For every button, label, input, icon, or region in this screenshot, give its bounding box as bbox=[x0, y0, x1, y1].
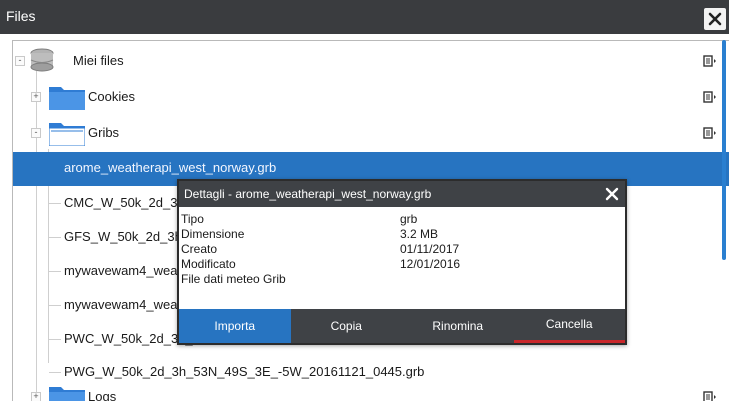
property-row: Dimensione 3.2 MB bbox=[181, 227, 621, 242]
tree-row-root[interactable]: - Miei files bbox=[13, 44, 729, 78]
tree-branch-line bbox=[49, 271, 61, 272]
tree-branch-line bbox=[49, 305, 61, 306]
context-menu-icon[interactable] bbox=[703, 127, 717, 139]
dialog-header: Dettagli - arome_weatherapi_west_norway.… bbox=[179, 181, 625, 207]
folder-icon bbox=[49, 123, 85, 146]
property-key: Dimensione bbox=[181, 227, 245, 241]
file-details-dialog: Dettagli - arome_weatherapi_west_norway.… bbox=[177, 179, 627, 345]
vertical-scrollbar[interactable] bbox=[722, 40, 726, 260]
tree-row-logs[interactable]: + Logs bbox=[13, 380, 729, 401]
tree-label: Gribs bbox=[88, 125, 120, 140]
collapse-toggle[interactable]: - bbox=[15, 55, 25, 66]
property-value: 01/11/2017 bbox=[400, 242, 460, 256]
copy-button[interactable]: Copia bbox=[291, 309, 403, 343]
property-key: Tipo bbox=[181, 212, 204, 226]
file-properties: Tipo grb Dimensione 3.2 MB Creato 01/11/… bbox=[181, 212, 621, 287]
folder-icon bbox=[49, 87, 85, 110]
dialog-close-icon[interactable] bbox=[603, 185, 621, 203]
property-value: grb bbox=[400, 212, 418, 226]
property-value: 12/01/2016 bbox=[400, 257, 461, 271]
property-row: Creato 01/11/2017 bbox=[181, 242, 621, 257]
file-name: GFS_W_50k_2d_3h_ bbox=[64, 229, 190, 244]
file-name: arome_weatherapi_west_norway.grb bbox=[64, 160, 277, 175]
tree-label: Miei files bbox=[73, 53, 124, 68]
close-button[interactable] bbox=[704, 8, 726, 30]
dialog-action-bar: Importa Copia Rinomina Cancella bbox=[179, 309, 625, 343]
tree-row-gribs[interactable]: - Gribs bbox=[13, 116, 729, 150]
property-value: 3.2 MB bbox=[400, 227, 439, 241]
file-name: mywavewam4_wea bbox=[64, 297, 178, 312]
window-titlebar: Files bbox=[0, 0, 729, 34]
expand-toggle[interactable]: + bbox=[31, 391, 41, 401]
file-name: PWC_W_50k_2d_3h_ bbox=[64, 331, 193, 346]
property-key: File dati meteo Grib bbox=[181, 272, 286, 286]
file-name: mywavewam4_wea bbox=[64, 263, 178, 278]
rename-button[interactable]: Rinomina bbox=[402, 309, 514, 343]
property-key: Modificato bbox=[181, 257, 236, 271]
property-row: Modificato 12/01/2016 bbox=[181, 257, 621, 272]
file-name: CMC_W_50k_2d_3h_ bbox=[64, 195, 192, 210]
delete-button[interactable]: Cancella bbox=[513, 309, 625, 343]
window-title: Files bbox=[6, 8, 36, 24]
context-menu-icon[interactable] bbox=[703, 391, 717, 401]
file-name: PWG_W_50k_2d_3h_53N_49S_3E_-5W_20161121_… bbox=[64, 364, 425, 379]
collapse-toggle[interactable]: - bbox=[31, 127, 41, 138]
import-button[interactable]: Importa bbox=[179, 309, 291, 343]
tree-branch-line bbox=[49, 203, 61, 204]
tree-row-cookies[interactable]: + Cookies bbox=[13, 80, 729, 114]
context-menu-icon[interactable] bbox=[703, 91, 717, 103]
tree-branch-line bbox=[49, 372, 61, 373]
context-menu-icon[interactable] bbox=[703, 55, 717, 67]
close-icon bbox=[708, 12, 722, 26]
tree-branch-line bbox=[49, 339, 61, 340]
expand-toggle[interactable]: + bbox=[31, 91, 41, 102]
database-icon bbox=[30, 48, 54, 72]
tree-label: Cookies bbox=[88, 89, 135, 104]
property-row: Tipo grb bbox=[181, 212, 621, 227]
dialog-title: Dettagli - arome_weatherapi_west_norway.… bbox=[184, 187, 432, 201]
folder-icon bbox=[49, 387, 85, 401]
property-key: Creato bbox=[181, 242, 218, 256]
tree-label: Logs bbox=[88, 389, 117, 401]
property-row: File dati meteo Grib bbox=[181, 272, 621, 287]
tree-branch-line bbox=[49, 237, 61, 238]
